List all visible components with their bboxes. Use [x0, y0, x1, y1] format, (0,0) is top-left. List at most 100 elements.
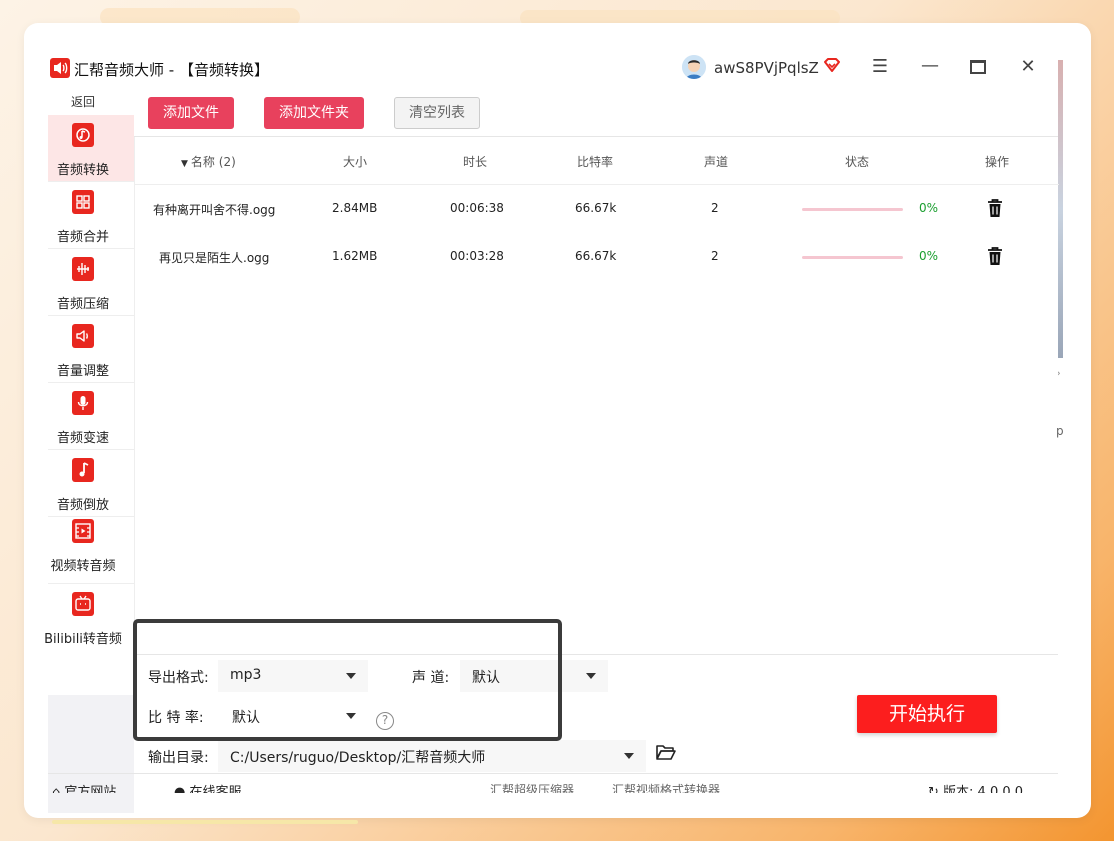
- vip-diamond-icon[interactable]: [822, 56, 842, 76]
- output-dir-value: C:/Users/ruguo/Desktop/汇帮音频大师: [230, 750, 486, 766]
- audio-merge-icon: [72, 190, 94, 214]
- headset-icon: ●: [174, 785, 186, 793]
- file-bitrate: 66.67k: [575, 201, 617, 215]
- column-duration: 时长: [463, 155, 488, 169]
- chevron-down-icon: [346, 673, 356, 679]
- chevron-down-icon: [586, 673, 596, 679]
- refresh-icon: ↻: [928, 785, 939, 793]
- file-channels: 2: [711, 201, 719, 215]
- sidebar-item-speed[interactable]: 音频变速: [48, 383, 134, 450]
- version-text: ↻ 版本: 4.0.0.0: [928, 781, 1023, 793]
- chevron-down-icon: [624, 753, 634, 759]
- website-link[interactable]: ⌂ 官方网站: [52, 781, 116, 793]
- file-duration: 00:03:28: [450, 249, 504, 263]
- column-action: 操作: [985, 155, 1010, 169]
- sidebar-item-audio-convert[interactable]: 音频转换: [48, 115, 134, 182]
- sidebar-item-label: 音量调整: [56, 364, 109, 379]
- start-button[interactable]: 开始执行: [857, 695, 997, 733]
- back-link[interactable]: 返回: [48, 93, 118, 110]
- file-bitrate: 66.67k: [575, 249, 617, 263]
- audio-compress-icon: [72, 257, 94, 281]
- film-icon: [72, 519, 94, 543]
- app-window: 汇帮音频大师 - 【音频转换】 awS8PVjPqlsZ ☰ — ✕ 返回 音频…: [44, 47, 1059, 813]
- file-channels: 2: [711, 249, 719, 263]
- promo-link-video-converter[interactable]: 汇帮视频格式转换器: [612, 781, 720, 793]
- sidebar-item-label: 音频倒放: [56, 498, 109, 513]
- sidebar-item-label: Bilibili转音频: [44, 632, 122, 647]
- format-label: 导出格式:: [148, 670, 209, 686]
- background-text-fragment: p: [1056, 424, 1064, 438]
- trash-icon[interactable]: [987, 198, 1003, 218]
- bitrate-label: 比 特 率:: [148, 710, 204, 726]
- output-dir-select[interactable]: C:/Users/ruguo/Desktop/汇帮音频大师: [218, 740, 646, 772]
- audio-convert-icon: [72, 123, 94, 147]
- sidebar-item-reverse[interactable]: 音频倒放: [48, 450, 134, 517]
- sidebar-item-label: 视频转音频: [50, 559, 116, 574]
- close-icon[interactable]: ✕: [1018, 57, 1038, 77]
- column-bitrate: 比特率: [577, 155, 614, 169]
- progress-bar: [802, 256, 903, 259]
- file-size: 2.84MB: [332, 201, 378, 215]
- file-duration: 00:06:38: [450, 201, 504, 215]
- clear-list-button[interactable]: 清空列表: [394, 97, 480, 129]
- sidebar: 返回 音频转换 音频合并 音频压缩 音量调整 音频变速 音频倒放 视频转音频 B…: [44, 89, 134, 813]
- column-size: 大小: [343, 155, 368, 169]
- maximize-icon[interactable]: [970, 60, 986, 74]
- column-status: 状态: [845, 155, 870, 169]
- output-dir-label: 输出目录:: [148, 750, 209, 766]
- sidebar-item-label: 音频转换: [56, 163, 109, 178]
- background-decoration: [52, 820, 358, 824]
- progress-text: 0%: [919, 201, 939, 215]
- microphone-icon: [72, 391, 94, 415]
- music-note-icon: [72, 458, 94, 482]
- username[interactable]: awS8PVjPqlsZ: [714, 59, 819, 77]
- sidebar-item-label: 音频变速: [56, 431, 109, 446]
- table-header: ▼ 名称 (2) 大小 时长 比特率 声道 状态 操作: [135, 137, 1059, 185]
- avatar[interactable]: [682, 55, 706, 79]
- chevron-down-icon: [346, 713, 356, 719]
- sidebar-item-label: 音频合并: [56, 230, 109, 245]
- settings-panel: 导出格式: mp3 声 道: 默认 比 特 率: 默认 ? 开始执行 输出目录:…: [134, 654, 1058, 772]
- sidebar-item-bilibili[interactable]: Bilibili转音频: [44, 584, 134, 651]
- trash-icon[interactable]: [987, 246, 1003, 266]
- sidebar-item-video-to-audio[interactable]: 视频转音频: [48, 517, 134, 584]
- footer: ⌂ 官方网站 ● 在线客服 汇帮超级压缩器 汇帮视频格式转换器 ↻ 版本: 4.…: [48, 773, 1058, 793]
- menu-icon[interactable]: ☰: [870, 57, 890, 77]
- sidebar-item-audio-compress[interactable]: 音频压缩: [48, 249, 134, 316]
- folder-open-icon[interactable]: [656, 744, 676, 760]
- channel-label: 声 道:: [412, 670, 450, 686]
- column-channels: 声道: [704, 155, 729, 169]
- window-title: 汇帮音频大师 - 【音频转换】: [74, 61, 269, 79]
- add-file-button[interactable]: 添加文件: [148, 97, 234, 129]
- file-size: 1.62MB: [332, 249, 378, 263]
- file-list: ▼ 名称 (2) 大小 时长 比特率 声道 状态 操作 有种离开叫舍不得.ogg …: [134, 137, 1059, 654]
- sidebar-item-audio-merge[interactable]: 音频合并: [48, 182, 134, 249]
- bitrate-select[interactable]: 默认: [220, 700, 368, 732]
- sidebar-footer-area: [48, 695, 134, 813]
- format-select[interactable]: mp3: [218, 660, 368, 692]
- table-row[interactable]: 再见只是陌生人.ogg 1.62MB 00:03:28 66.67k 2 0%: [135, 233, 1059, 281]
- volume-icon: [72, 324, 94, 348]
- bitrate-value: 默认: [232, 710, 260, 726]
- progress-text: 0%: [919, 249, 939, 263]
- app-logo-icon: [50, 58, 70, 78]
- add-folder-button[interactable]: 添加文件夹: [264, 97, 364, 129]
- support-link[interactable]: ● 在线客服: [174, 781, 242, 793]
- promo-link-compressor[interactable]: 汇帮超级压缩器: [490, 781, 574, 793]
- channel-select[interactable]: 默认: [460, 660, 608, 692]
- toolbar: 添加文件 添加文件夹 清空列表: [134, 89, 1058, 137]
- column-name[interactable]: ▼ 名称 (2): [181, 153, 236, 170]
- sidebar-item-volume[interactable]: 音量调整: [48, 316, 134, 383]
- help-icon[interactable]: ?: [376, 712, 394, 730]
- tv-icon: [72, 592, 94, 616]
- channel-value: 默认: [472, 670, 500, 686]
- progress-bar: [802, 208, 903, 211]
- minimize-icon[interactable]: —: [920, 57, 940, 77]
- file-name: 有种离开叫舍不得.ogg: [153, 203, 276, 217]
- title-bar: 汇帮音频大师 - 【音频转换】 awS8PVjPqlsZ ☰ — ✕: [48, 47, 1058, 89]
- sidebar-item-label: 音频压缩: [56, 297, 109, 312]
- sort-down-icon: ▼: [181, 159, 188, 169]
- user-avatar-icon: [682, 55, 706, 79]
- table-row[interactable]: 有种离开叫舍不得.ogg 2.84MB 00:06:38 66.67k 2 0%: [135, 185, 1059, 233]
- format-value: mp3: [230, 667, 262, 683]
